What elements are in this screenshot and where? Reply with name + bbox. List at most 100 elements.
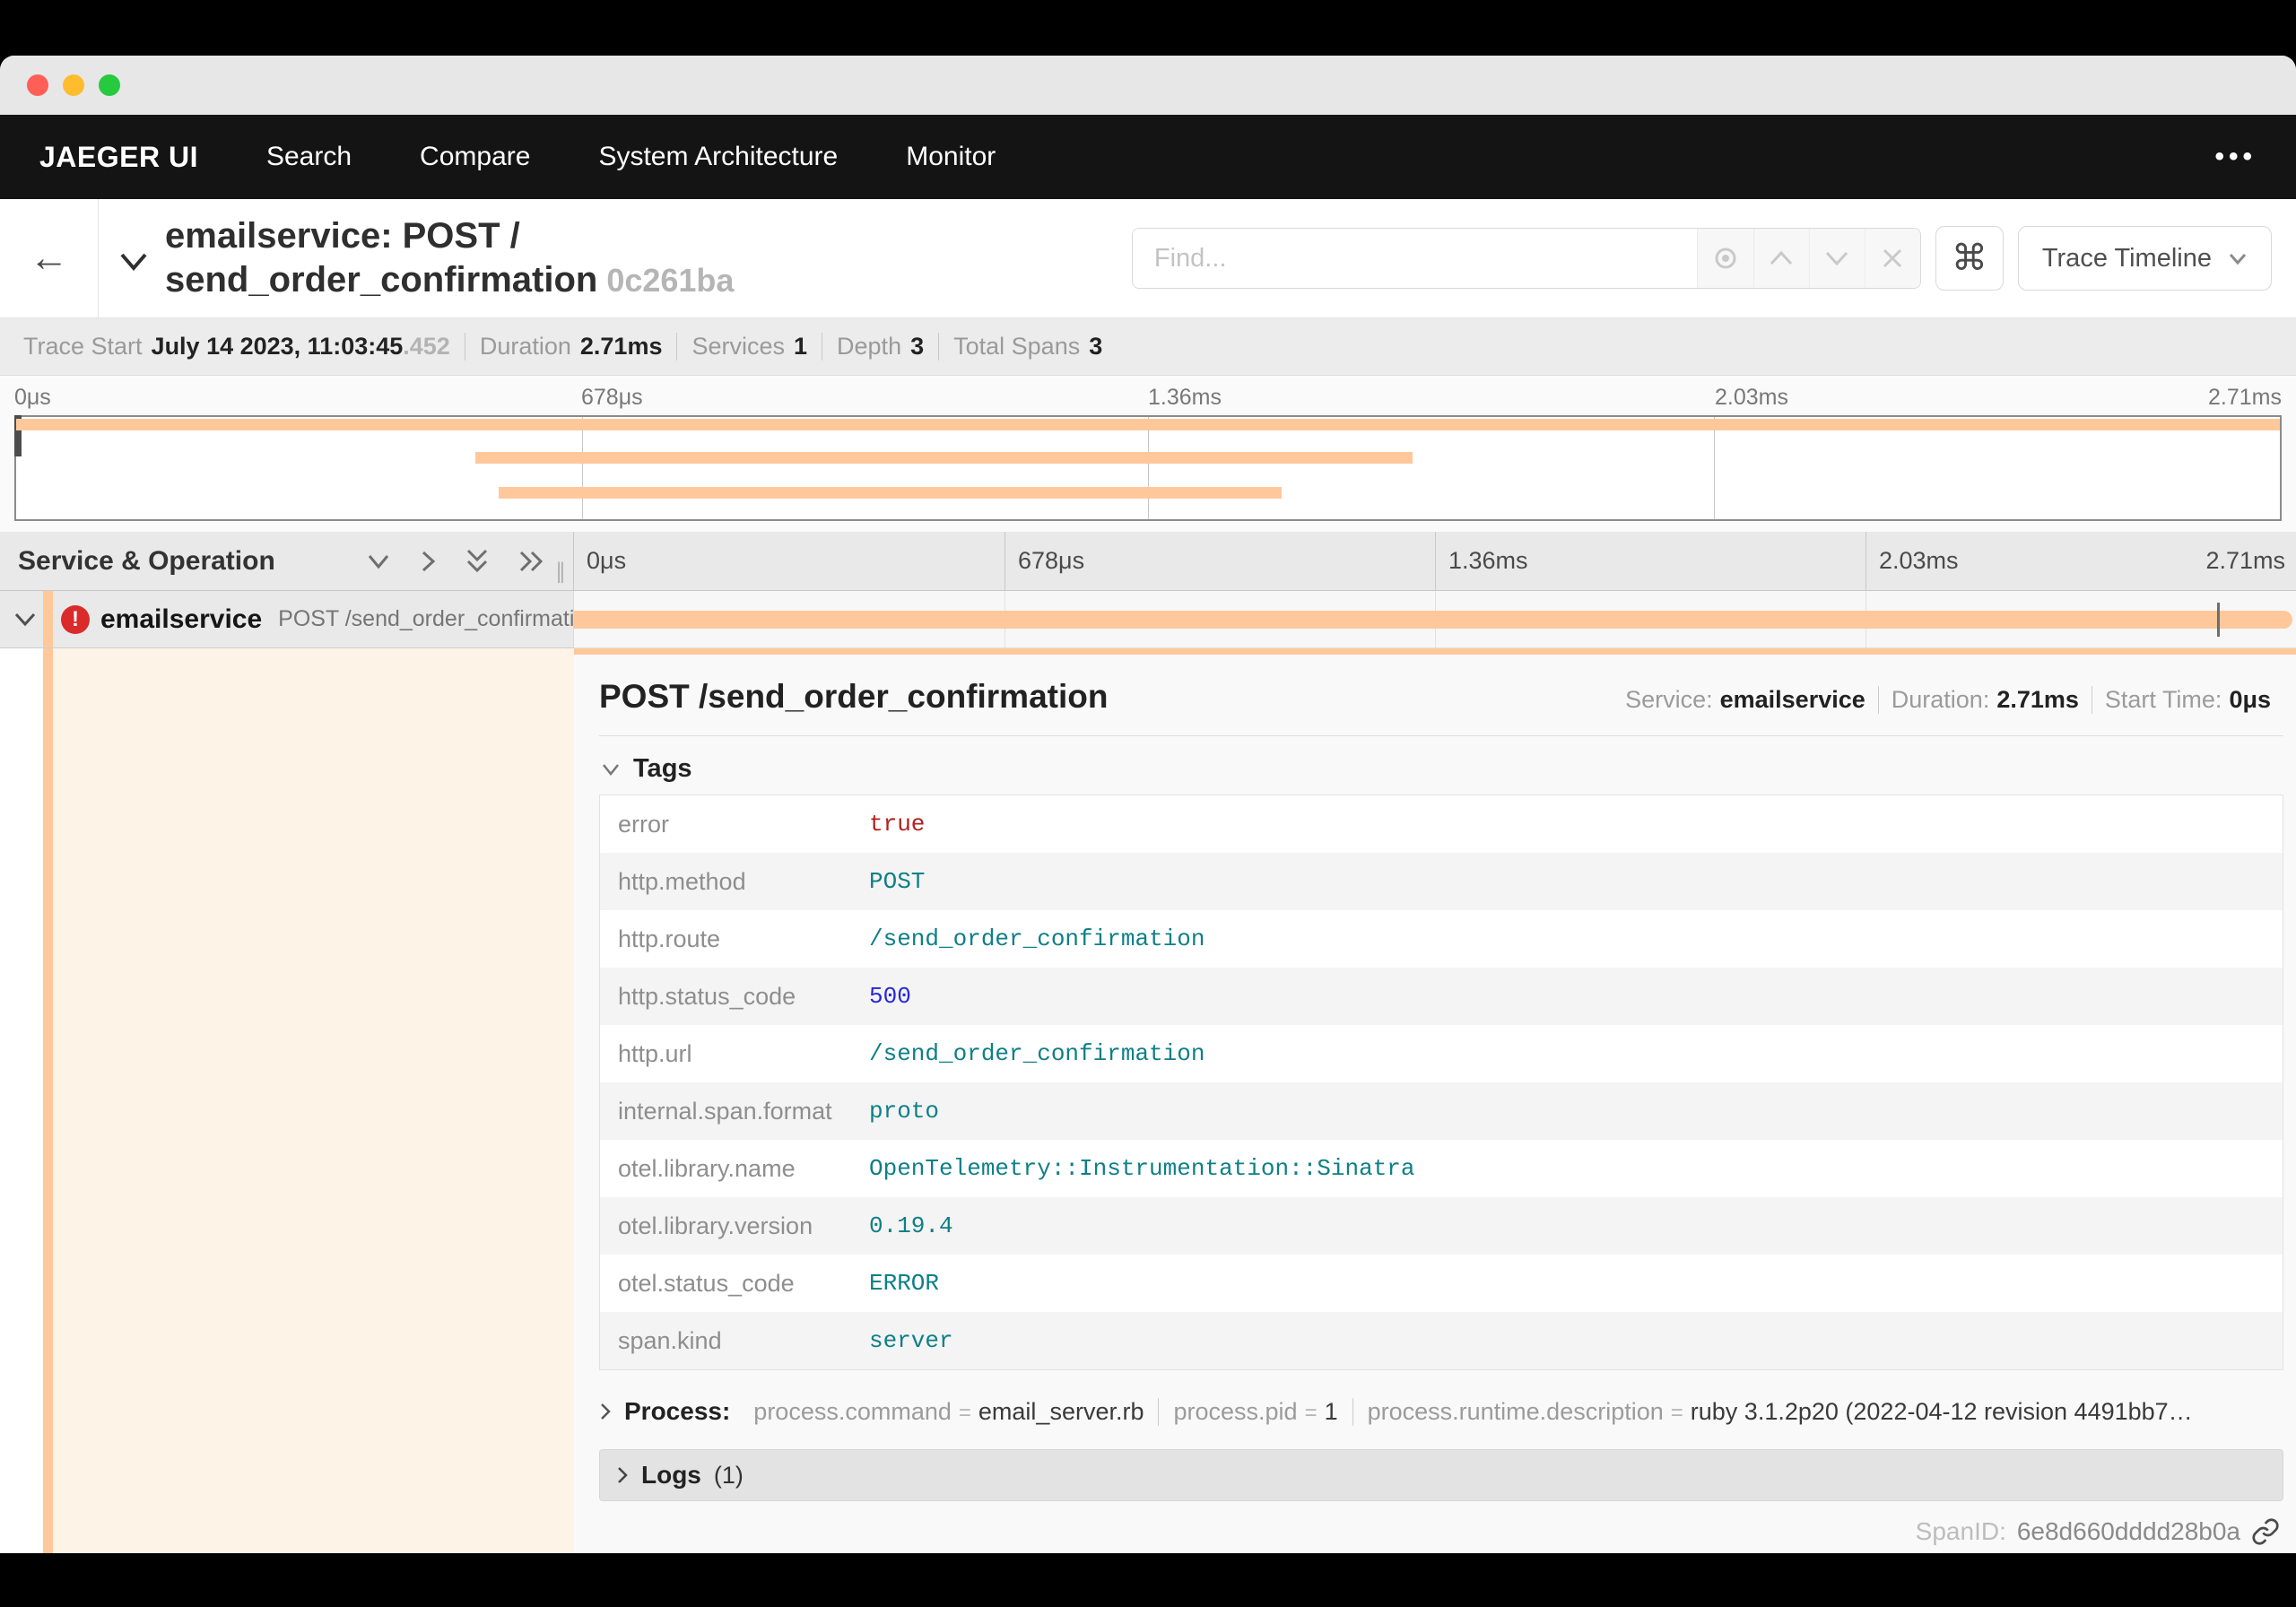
- detail-summary-item: Start Time: 0μs: [2091, 686, 2283, 714]
- span-bar-cell[interactable]: [574, 591, 2296, 648]
- browser-window: JAEGER UI Search Compare System Architectu…: [0, 56, 2296, 1553]
- tag-row[interactable]: http.url/send_order_confirmation: [600, 1025, 2283, 1082]
- zoom-window-button[interactable]: [99, 74, 120, 96]
- expand-all-icon[interactable]: [517, 548, 544, 575]
- find-toolbar: ⌘ Trace Timeline: [1131, 199, 2296, 317]
- span-detail-summary: Service: emailservice Duration: 2.71ms Start…: [1613, 686, 2283, 714]
- service-operation-header: Service & Operation ∥: [0, 532, 574, 590]
- minimap-tick-label: 0μs: [14, 385, 51, 410]
- tag-row[interactable]: otel.library.name OpenTelemetry::Instrume…: [600, 1140, 2283, 1197]
- span-detail-row: POST /send_order_confirmation Service: em…: [0, 648, 2296, 1553]
- meta-value: 3: [910, 333, 925, 360]
- overflow-menu-icon[interactable]: •••: [2214, 142, 2257, 172]
- service-color-tint: [53, 648, 574, 1553]
- span-duration-bar[interactable]: [574, 610, 2293, 629]
- tag-key: error: [618, 810, 670, 838]
- nav-item-system-architecture[interactable]: System Architecture: [598, 142, 838, 172]
- minimap-ruler: 0μs 678μs 1.36ms 2.03ms 2.71ms: [14, 381, 2282, 415]
- tag-row[interactable]: internal.span.format proto: [600, 1082, 2283, 1140]
- minimize-window-button[interactable]: [63, 74, 84, 96]
- detail-summary-label: Duration:: [1891, 686, 1990, 713]
- collapse-all-icon[interactable]: [464, 548, 491, 575]
- process-label: Process:: [624, 1397, 731, 1425]
- collapse-one-icon[interactable]: [365, 552, 392, 570]
- arrow-left-icon: ←: [29, 236, 69, 280]
- window-titlebar: [0, 56, 2296, 115]
- chevron-right-icon: [618, 1467, 628, 1483]
- trace-meta-item: Duration 2.71ms: [464, 333, 677, 360]
- tag-row[interactable]: span.kind server: [600, 1312, 2283, 1369]
- tag-row[interactable]: otel.status_code ERROR: [600, 1255, 2283, 1312]
- jaeger-logo[interactable]: JAEGER UI: [39, 141, 198, 174]
- span-detail-left-gutter: [0, 648, 574, 1553]
- timeline-tick-label: 678μs: [1004, 532, 1435, 590]
- nav-item-search[interactable]: Search: [266, 142, 352, 172]
- detail-summary-item: Duration: 2.71ms: [1877, 686, 2092, 714]
- process-kv-pair: process.runtime.description = ruby 3.1.2p2…: [1352, 1397, 2207, 1426]
- span-detail-header: POST /send_order_confirmation Service: em…: [599, 678, 2283, 716]
- detail-summary-value: 0μs: [2229, 686, 2271, 713]
- clear-search-icon[interactable]: [1864, 229, 1920, 288]
- tag-key: http.url: [618, 1039, 692, 1067]
- minimap-tick-label: 1.36ms: [1148, 385, 1222, 410]
- column-resizer-handle[interactable]: ∥: [555, 559, 568, 585]
- collapse-children-chevron-icon[interactable]: [13, 612, 38, 628]
- screen: JAEGER UI Search Compare System Architectu…: [0, 0, 2296, 1607]
- minimap-gridline: [1148, 417, 1149, 519]
- logs-accordion-header[interactable]: Logs (1): [599, 1449, 2283, 1501]
- process-kv-key: process.command: [753, 1397, 952, 1425]
- collapse-title-chevron-icon[interactable]: [118, 251, 149, 273]
- process-kv-key: process.runtime.description: [1367, 1397, 1664, 1425]
- tag-value: true: [869, 811, 926, 838]
- nav-item-compare[interactable]: Compare: [420, 142, 530, 172]
- tag-row[interactable]: otel.library.version 0.19.4: [600, 1197, 2283, 1255]
- process-accordion-header[interactable]: Process: process.command = email_server.rb…: [599, 1397, 2283, 1426]
- trace-view-selector-label: Trace Timeline: [2041, 243, 2212, 273]
- close-window-button[interactable]: [27, 74, 48, 96]
- deep-link-icon[interactable]: [2251, 1517, 2280, 1546]
- span-name-cell[interactable]: ! emailservice POST /send_order_confirma…: [0, 591, 599, 648]
- timeline-tick-text: 2.03ms: [1879, 547, 1959, 574]
- trace-meta-item: Trace Start July 14 2023, 11:03:45.452: [9, 333, 465, 360]
- tag-row[interactable]: http.method POST: [600, 853, 2283, 910]
- tags-accordion-title: Tags: [633, 754, 692, 783]
- nav-item-monitor[interactable]: Monitor: [906, 142, 996, 172]
- focus-match-icon[interactable]: [1698, 229, 1753, 288]
- trace-meta-item: Depth 3: [822, 333, 938, 360]
- next-result-icon[interactable]: [1808, 229, 1865, 288]
- span-detail-panel: POST /send_order_confirmation Service: em…: [574, 648, 2296, 1553]
- prev-result-icon[interactable]: [1752, 229, 1809, 288]
- minimap-canvas[interactable]: [14, 415, 2282, 521]
- process-kv-value: 1: [1324, 1397, 1338, 1425]
- back-button[interactable]: ←: [0, 199, 99, 317]
- trace-view-selector[interactable]: Trace Timeline: [2017, 226, 2272, 291]
- timeline-grid-header: Service & Operation ∥ 0μs 678μs 1.36ms 2.03…: [0, 532, 2296, 591]
- span-id-row: SpanID: 6e8d660dddd28b0a: [599, 1517, 2283, 1546]
- find-input[interactable]: [1132, 229, 1697, 288]
- tag-key: otel.library.version: [618, 1212, 813, 1239]
- tags-accordion-header[interactable]: Tags: [601, 754, 2283, 784]
- divider: [599, 735, 2283, 736]
- timeline-tick-text: 1.36ms: [1448, 547, 1528, 574]
- span-id-value: 6e8d660dddd28b0a: [2016, 1517, 2240, 1545]
- command-icon: ⌘: [1951, 239, 1987, 278]
- minimap-span-bar: [475, 452, 1413, 464]
- trace-meta-bar: Trace Start July 14 2023, 11:03:45.452 Dur…: [0, 318, 2296, 376]
- expand-collapse-controls: [365, 548, 544, 575]
- timeline-tick-label: 0μs: [574, 532, 1004, 590]
- trace-minimap: 0μs 678μs 1.36ms 2.03ms 2.71ms: [0, 376, 2296, 532]
- tag-row[interactable]: http.status_code 500: [600, 968, 2283, 1025]
- minimap-gridline: [1714, 417, 1715, 519]
- timeline-tick-text: 0μs: [587, 547, 627, 574]
- meta-value: 2.71ms: [579, 333, 663, 360]
- tag-value: ERROR: [869, 1270, 940, 1297]
- tag-value: /send_order_confirmation: [869, 925, 1205, 952]
- span-row[interactable]: ! emailservice POST /send_order_confirma…: [0, 591, 2296, 648]
- keyboard-shortcuts-button[interactable]: ⌘: [1935, 226, 2004, 291]
- tag-row[interactable]: error true: [600, 795, 2283, 853]
- tag-row[interactable]: http.route/send_order_confirmation: [600, 910, 2283, 968]
- process-kv-value: ruby 3.1.2p20 (2022-04-12 revision 4491b…: [1690, 1397, 2193, 1425]
- tag-value: 500: [869, 983, 911, 1010]
- expand-one-icon[interactable]: [419, 548, 437, 575]
- meta-value-fraction: .452: [403, 333, 450, 360]
